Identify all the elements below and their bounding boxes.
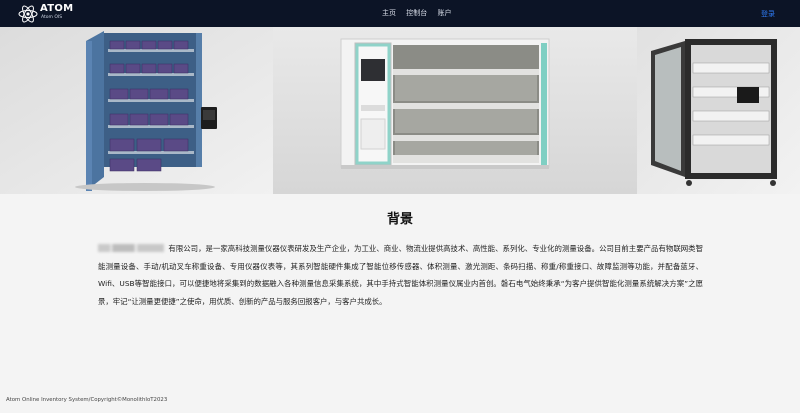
paragraph-text: 有限公司，是一家高科技测量仪器仪表研发及生产企业，为工业、商业、物流业提供高技术… — [98, 244, 703, 306]
image-carousel[interactable] — [0, 27, 800, 194]
section-heading: 背景 — [386, 212, 413, 227]
slide-blue-rack-image — [0, 27, 273, 194]
slide-white-cabinet-image — [273, 27, 637, 194]
nav-item-account[interactable]: 账户 — [437, 9, 451, 17]
redacted-company-name — [98, 244, 164, 252]
slide-glass-cabinet-image — [637, 27, 800, 194]
brand-subtitle: Atom OIS — [41, 15, 63, 20]
nav-item-home[interactable]: 主页 — [382, 9, 396, 17]
nav-links: 主页 控制台 账户 — [382, 8, 459, 18]
brand-name: ATOM — [40, 3, 74, 14]
brand-logo[interactable]: ATOM Atom OIS — [18, 3, 78, 25]
top-navbar: ATOM Atom OIS 主页 控制台 账户 登录 — [0, 0, 800, 27]
nav-item-console[interactable]: 控制台 — [406, 9, 427, 17]
background-paragraph: 有限公司，是一家高科技测量仪器仪表研发及生产企业，为工业、商业、物流业提供高技术… — [98, 240, 703, 310]
atom-icon — [18, 5, 38, 23]
footer-copyright: Atom Online Inventory System/Copyright©M… — [6, 397, 168, 403]
login-link[interactable]: 登录 — [761, 9, 775, 19]
